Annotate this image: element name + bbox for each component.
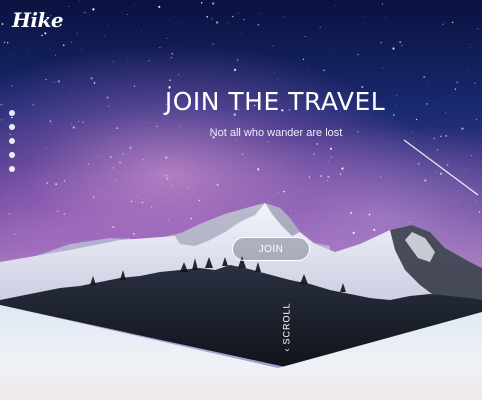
scroll-label: SCROLL xyxy=(281,302,292,345)
nav-dot[interactable] xyxy=(9,166,15,172)
nav-dot[interactable] xyxy=(9,152,15,158)
hero-page: Hike JOIN THE TRAVEL Not all who wander … xyxy=(0,0,482,400)
scroll-indicator[interactable]: ‹ SCROLL xyxy=(282,302,292,351)
hero-title: JOIN THE TRAVEL xyxy=(164,87,386,116)
mountain-landscape xyxy=(0,139,482,400)
hero-subtitle: Not all who wander are lost xyxy=(209,127,343,139)
hike-logo[interactable]: Hike xyxy=(12,8,64,32)
shooting-star xyxy=(403,139,479,196)
section-nav-dots xyxy=(9,110,15,172)
join-button[interactable]: JOIN xyxy=(232,237,310,261)
chevron-left-icon: ‹ xyxy=(281,347,292,352)
